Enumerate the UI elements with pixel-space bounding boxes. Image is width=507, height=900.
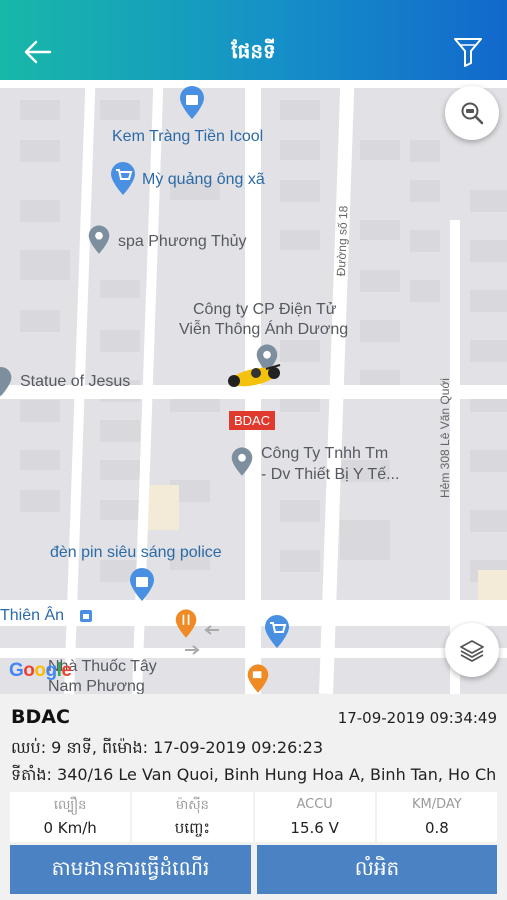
location-pin-icon[interactable] [87,225,111,255]
street-label: Hẻm 308 Lê Văn Quới [438,378,452,498]
poi-label[interactable]: Thiên Ân [0,607,64,625]
filter-button[interactable] [451,34,485,68]
arrow-right-icon [185,645,200,655]
poi-label[interactable]: Kem Tràng Tiền Icool [112,128,263,146]
stat-accu: ACCU 15.6 V [254,792,375,842]
app-header: ផែនទី [0,0,507,80]
vehicle-timestamp: 17-09-2019 09:34:49 [337,709,497,727]
restaurant-pin-icon[interactable] [174,608,198,640]
poi-label[interactable]: đèn pin siêu sáng police [50,544,222,562]
vehicle-name: BDAC [11,706,70,728]
arrow-left-icon [204,625,219,635]
stop-duration-text: ឈប់: 9 នាទី, ពីម៉ោង: 17-09-2019 09:26:23 [11,738,324,757]
shopping-bag-pin-icon[interactable] [178,86,206,120]
stat-value: បញ្ចេះ [174,819,210,837]
shopping-cart-pin-icon[interactable] [263,615,291,649]
poi-label[interactable]: Công ty CP Điện Tử [193,301,337,319]
cafe-pin-icon[interactable] [246,664,270,694]
vehicle-map-label[interactable]: BDAC [229,411,276,430]
store-icon [80,610,92,622]
location-pin-icon[interactable] [230,447,254,477]
street-label: Đường số 18 [334,205,351,277]
stat-label: KM/DAY [412,797,462,812]
page-title: ផែនទី [231,39,276,63]
stat-engine: ម៉ាស៊ីន បញ្ចេះ [132,792,253,842]
zoom-search-icon [461,102,484,125]
location-pin-icon[interactable] [0,367,14,397]
poi-label[interactable]: Công Ty Tnhh Tm [261,445,388,463]
zoom-search-button[interactable] [445,86,499,140]
stat-label: ACCU [296,797,333,812]
stat-label: ល្បឿន [53,798,87,813]
stat-km-day: KM/DAY 0.8 [376,792,497,842]
map-layers-button[interactable] [445,623,499,677]
location-text: ទីតាំង: 340/16 Le Van Quoi, Binh Hung Ho… [11,765,497,784]
stat-value: 0 Km/h [43,819,97,837]
shopping-bag-pin-icon[interactable] [128,568,156,602]
stat-speed: ល្បឿន 0 Km/h [10,792,131,842]
poi-label[interactable]: spa Phương Thủy [118,233,247,251]
stat-label: ម៉ាស៊ីន [175,798,209,813]
motorbike-vehicle-icon[interactable] [222,363,286,391]
filter-icon [454,38,482,67]
poi-label[interactable]: Statue of Jesus [20,373,130,391]
vehicle-info-panel: BDAC 17-09-2019 09:34:49 ឈប់: 9 នាទី, ពី… [0,694,507,900]
stat-value: 15.6 V [290,819,339,837]
poi-label[interactable]: - Dv Thiết Bị Y Tế... [261,466,399,484]
stats-row: ល្បឿន 0 Km/h ម៉ាស៊ីន បញ្ចេះ ACCU 15.6 V … [10,792,497,842]
poi-label[interactable]: Viễn Thông Ánh Dương [179,321,348,339]
shopping-cart-pin-icon[interactable] [109,162,137,196]
poi-label[interactable]: Mỳ quảng ông xã [142,171,265,189]
stat-value: 0.8 [424,819,449,837]
track-journey-button[interactable]: តាមដានការធ្វើដំណើរ [10,845,251,894]
layers-icon [460,640,484,662]
map-view[interactable]: Kem Tràng Tiền Icool Mỳ quảng ông xã spa… [0,80,507,694]
detail-button[interactable]: លំអិត [257,845,497,894]
google-logo: Google [9,660,72,681]
